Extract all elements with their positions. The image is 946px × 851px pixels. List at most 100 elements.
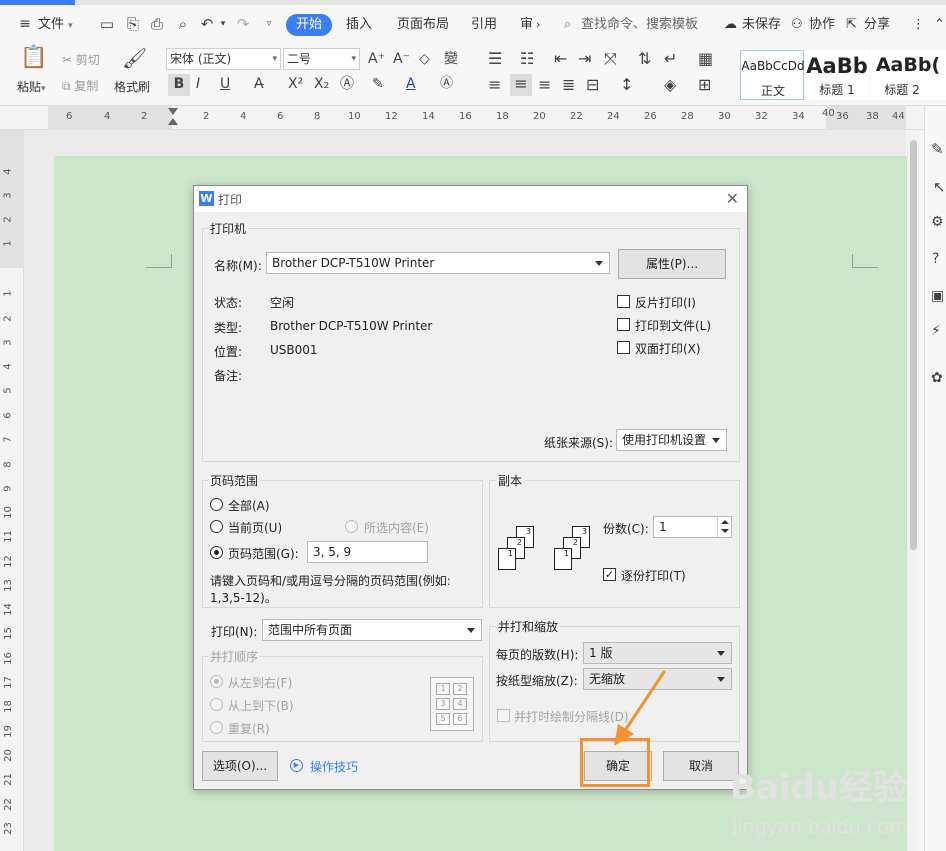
redo-icon[interactable]: ↷ <box>234 15 252 33</box>
horizontal-ruler[interactable]: 6 4 2 2 4 6 8 10 12 14 16 18 20 22 24 26… <box>0 106 946 130</box>
indent-marker[interactable] <box>168 108 178 128</box>
copies-spinner[interactable] <box>717 517 731 537</box>
printer-name-select[interactable]: Brother DCP-T510W Printer <box>266 252 610 274</box>
paper-source-select[interactable]: 使用打印机设置 <box>616 429 727 451</box>
pages-per-sheet-select[interactable]: 1 版 <box>583 642 732 664</box>
shrink-font-icon[interactable]: A⁻ <box>393 49 410 69</box>
properties-button[interactable]: 属性(P)... <box>618 249 726 279</box>
tab-page-layout[interactable]: 页面布局 <box>397 15 449 35</box>
strikethrough-icon[interactable]: A̶ <box>254 74 264 94</box>
edit-pen-icon[interactable]: ✎ <box>931 140 944 158</box>
vertical-scrollbar[interactable] <box>907 130 919 851</box>
font-size-select[interactable]: 二号 ▾ <box>283 48 360 70</box>
show-marks-icon[interactable]: ↵ <box>664 49 677 69</box>
style-heading-1[interactable]: AaBb 标题 1 <box>805 50 869 100</box>
more-tabs-icon[interactable]: › <box>536 15 540 35</box>
table-insert-icon[interactable]: ▦ <box>698 49 713 69</box>
copy-button[interactable]: ⧉ 复制 <box>62 77 98 94</box>
all-pages-radio[interactable] <box>210 498 223 511</box>
copies-input[interactable]: 1 <box>653 516 732 538</box>
style-normal[interactable]: AaBbCcDd 正文 <box>740 50 805 100</box>
borders-icon[interactable]: ⊞ <box>698 75 711 95</box>
tips-link[interactable]: 操作技巧 <box>310 758 358 775</box>
first-line-indent-icon[interactable] <box>168 108 178 115</box>
justify-icon[interactable]: ≣ <box>562 75 575 95</box>
spin-down-icon[interactable] <box>721 529 729 533</box>
format-painter-icon[interactable]: 🖌 <box>122 48 147 68</box>
tab-home[interactable]: 开始 <box>286 14 332 36</box>
more-icon[interactable]: ⋮ <box>912 15 925 35</box>
menu-file[interactable]: 文件 ▾ <box>38 15 73 35</box>
line-spacing-icon[interactable]: ↕ <box>620 75 633 95</box>
style-heading-2[interactable]: AaBb( 标题 2 <box>870 50 946 100</box>
page-range-input[interactable]: 3, 5, 9 <box>307 541 428 563</box>
draw-separator-checkbox[interactable] <box>497 709 510 722</box>
page-range-radio[interactable] <box>210 546 223 559</box>
search-icon[interactable]: ⌕ <box>564 15 571 35</box>
increase-indent-icon[interactable]: ⇥ <box>578 49 591 69</box>
format-painter-button[interactable]: 格式刷 <box>114 78 150 95</box>
print-preview-icon[interactable]: ⌕ <box>174 15 192 33</box>
customize-icon[interactable]: ▿ <box>260 15 278 33</box>
unsaved-status[interactable]: 未保存 <box>742 15 781 35</box>
clear-format-icon[interactable]: ◇ <box>419 49 430 69</box>
text-effect-icon[interactable]: Ⓐ <box>340 74 354 94</box>
order-repeat-radio[interactable] <box>210 721 223 734</box>
reverse-print-checkbox[interactable] <box>617 295 630 308</box>
font-name-select[interactable]: 宋体 (正文) ▾ <box>166 48 281 70</box>
tab-references[interactable]: 引用 <box>471 15 497 35</box>
paste-button[interactable]: 粘贴▾ <box>17 78 46 95</box>
collab-button[interactable]: 协作 <box>809 15 835 35</box>
align-center-icon[interactable]: ≡ <box>510 74 532 96</box>
hamburger-icon[interactable]: ≡ <box>16 15 34 33</box>
hanging-indent-icon[interactable] <box>168 118 178 125</box>
scrollbar-thumb[interactable] <box>910 140 917 550</box>
save-icon[interactable]: ▭ <box>98 15 116 33</box>
print-what-select[interactable]: 范围中所有页面 <box>262 619 482 641</box>
vertical-ruler[interactable]: 4 3 2 1 1 2 3 4 5 6 7 8 9 10 11 12 13 14… <box>0 130 24 851</box>
distribute-icon[interactable]: ⊟ <box>586 75 599 95</box>
export-pdf-icon[interactable]: ⎘ <box>124 15 142 33</box>
subscript-icon[interactable]: X₂ <box>314 74 329 94</box>
image-tool-icon[interactable]: ▣ <box>931 288 944 304</box>
play-circle-icon[interactable]: ▶ <box>290 759 303 772</box>
selection-radio[interactable] <box>345 520 358 533</box>
underline-icon[interactable]: U <box>220 74 230 94</box>
italic-icon[interactable]: I <box>196 74 200 94</box>
cancel-button[interactable]: 取消 <box>663 751 739 781</box>
char-border-icon[interactable]: Ⓐ <box>440 74 453 94</box>
grow-font-icon[interactable]: A⁺ <box>368 49 385 69</box>
close-icon[interactable]: ✕ <box>726 189 739 208</box>
order-ttb-radio[interactable] <box>210 698 223 711</box>
bold-icon[interactable]: B <box>168 74 190 96</box>
shading-icon[interactable]: ◈ <box>664 75 676 95</box>
print-to-file-checkbox[interactable] <box>617 318 630 331</box>
collapse-ribbon-icon[interactable]: ⌃ <box>934 15 945 35</box>
font-color-icon[interactable]: A <box>406 74 416 94</box>
numbered-list-icon[interactable]: ☷ <box>520 49 534 69</box>
align-left-icon[interactable]: ≡ <box>488 75 501 95</box>
superscript-icon[interactable]: X² <box>288 74 303 94</box>
tab-review[interactable]: 审 <box>520 15 533 35</box>
order-ltr-radio[interactable] <box>210 675 223 688</box>
phonetic-icon[interactable]: 變 <box>444 49 458 69</box>
sort-icon[interactable]: ⇅ <box>638 49 651 69</box>
dialog-title-bar[interactable]: W 打印 ✕ <box>194 186 747 212</box>
extensions-icon[interactable]: ✿ <box>931 370 943 386</box>
cut-button[interactable]: ✂ 剪切 <box>62 51 100 68</box>
bullet-list-icon[interactable]: ☰ <box>488 49 502 69</box>
align-right-icon[interactable]: ≡ <box>538 75 551 95</box>
chinese-layout-icon[interactable]: ⤧ <box>604 49 617 69</box>
decrease-indent-icon[interactable]: ⇤ <box>554 49 567 69</box>
options-button[interactable]: 选项(O)... <box>202 751 278 781</box>
highlight-icon[interactable]: ✎ <box>372 74 384 94</box>
duplex-print-checkbox[interactable] <box>617 341 630 354</box>
tab-insert[interactable]: 插入 <box>346 15 372 35</box>
adjust-icon[interactable]: ⚙ <box>931 214 944 230</box>
search-box[interactable]: 查找命令、搜索模板 <box>581 15 698 35</box>
print-icon[interactable]: ⎙ <box>148 15 166 33</box>
spin-up-icon[interactable] <box>721 520 729 524</box>
share-button[interactable]: 分享 <box>864 15 890 35</box>
help-icon[interactable]: ? <box>932 251 939 267</box>
ai-icon[interactable]: ⚡ <box>931 323 941 339</box>
